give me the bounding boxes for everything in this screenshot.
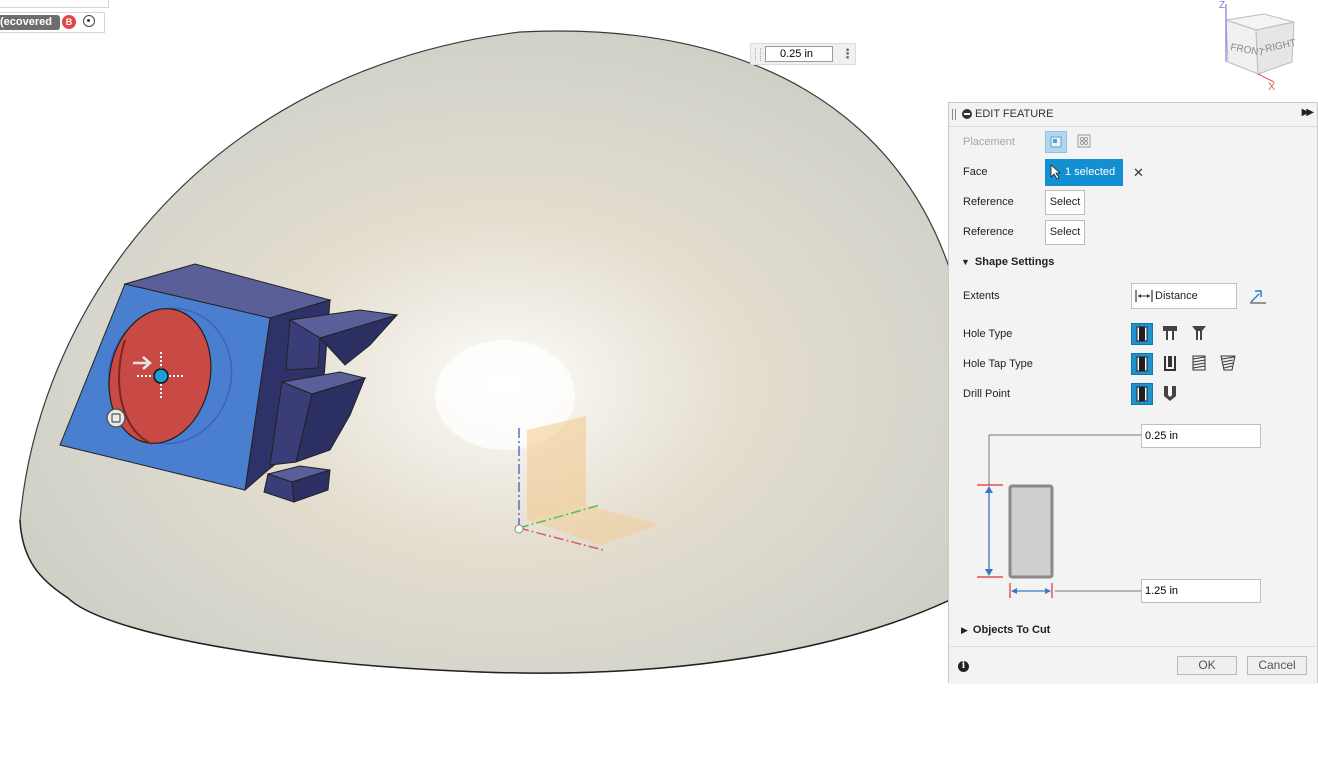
distance-icon: [1135, 290, 1153, 302]
tapped-icon: [1192, 355, 1206, 371]
clearance-tap-button[interactable]: [1160, 353, 1182, 375]
flat-drill-point-button[interactable]: [1131, 383, 1153, 405]
cancel-button[interactable]: Cancel: [1247, 656, 1307, 675]
document-title[interactable]: ecovered): [0, 15, 60, 30]
multiple-holes-placement-button[interactable]: [1074, 131, 1096, 153]
edit-feature-panel: EDIT FEATURE ▶▶ Placement Face 1 selecte…: [948, 102, 1318, 684]
shape-settings-header[interactable]: ▼ Shape Settings: [961, 256, 1054, 268]
drag-grip-icon[interactable]: [755, 48, 761, 61]
clear-selection-icon[interactable]: ✕: [1133, 165, 1144, 181]
cursor-icon: [1050, 164, 1062, 180]
face-selection-count: 1 selected: [1065, 166, 1116, 178]
axis-x-label: X: [1268, 81, 1276, 93]
countersink-icon: [1192, 326, 1206, 340]
flat-drill-point-icon: [1136, 386, 1148, 402]
face-selection-button[interactable]: 1 selected: [1045, 159, 1123, 186]
expand-panel-icon[interactable]: ▶▶: [1302, 107, 1315, 118]
panel-header[interactable]: EDIT FEATURE ▶▶: [949, 103, 1317, 127]
simple-hole-button[interactable]: [1131, 323, 1153, 345]
drill-point-label: Drill Point: [963, 388, 1011, 400]
reference2-label: Reference: [963, 226, 1014, 238]
angled-drill-point-button[interactable]: [1160, 383, 1182, 405]
single-hole-icon: [1050, 136, 1062, 148]
reference2-select-button[interactable]: Select: [1045, 220, 1085, 245]
axis-z-label: Z: [1219, 0, 1225, 11]
panel-footer: i OK Cancel: [949, 646, 1317, 684]
dimension-input-box: ⋮: [750, 43, 856, 65]
panel-grip-icon[interactable]: [952, 109, 956, 120]
expanded-arrow-icon: ▼: [961, 257, 970, 267]
reference1-select-button[interactable]: Select: [1045, 190, 1085, 215]
angled-drill-point-icon: [1164, 386, 1176, 401]
countersink-hole-button[interactable]: [1189, 323, 1211, 345]
clearance-icon: [1164, 356, 1176, 371]
more-options-icon[interactable]: ⋮: [841, 46, 854, 62]
collapsed-arrow-icon: ▶: [961, 625, 968, 635]
view-cube[interactable]: FRONT RIGHT Z X: [1216, 0, 1318, 96]
target-icon[interactable]: [83, 15, 95, 27]
collapse-icon[interactable]: [962, 109, 972, 119]
depth-dimension-input[interactable]: [765, 46, 833, 62]
extents-value: Distance: [1155, 290, 1198, 302]
hole-dimension-diagram: [977, 434, 1141, 598]
single-hole-placement-button[interactable]: [1045, 131, 1067, 153]
taper-tapped-button[interactable]: [1218, 353, 1240, 375]
hole-type-label: Hole Type: [963, 328, 1013, 340]
diameter-input[interactable]: [1141, 579, 1261, 603]
multiple-holes-icon: [1077, 134, 1091, 148]
simple-hole-icon: [1136, 326, 1148, 342]
objects-to-cut-header[interactable]: ▶ Objects To Cut: [961, 624, 1050, 636]
panel-title: EDIT FEATURE: [975, 108, 1054, 120]
ok-button[interactable]: OK: [1177, 656, 1237, 675]
extents-dropdown[interactable]: Distance: [1131, 283, 1237, 309]
face-label: Face: [963, 166, 988, 178]
document-tab[interactable]: ecovered) B: [0, 12, 105, 33]
counterbore-icon: [1163, 326, 1177, 340]
reference1-label: Reference: [963, 196, 1014, 208]
objects-to-cut-label: Objects To Cut: [972, 624, 1051, 636]
tapped-tap-button[interactable]: [1189, 353, 1211, 375]
taper-tapped-icon: [1220, 355, 1236, 371]
hole-tap-type-label: Hole Tap Type: [963, 358, 1033, 370]
extents-label: Extents: [963, 290, 1000, 302]
pivot-handle-icon[interactable]: [106, 408, 126, 428]
depth-input[interactable]: [1141, 424, 1261, 448]
simple-tap-button[interactable]: [1131, 353, 1153, 375]
simple-tap-icon: [1136, 356, 1148, 372]
shape-settings-label: Shape Settings: [974, 256, 1055, 268]
top-toolbar-strip: [0, 0, 109, 8]
info-icon[interactable]: i: [958, 661, 969, 672]
placement-label: Placement: [963, 136, 1015, 148]
document-badge-icon[interactable]: B: [62, 15, 76, 29]
flip-direction-icon[interactable]: [1249, 289, 1267, 305]
counterbore-hole-button[interactable]: [1160, 323, 1182, 345]
